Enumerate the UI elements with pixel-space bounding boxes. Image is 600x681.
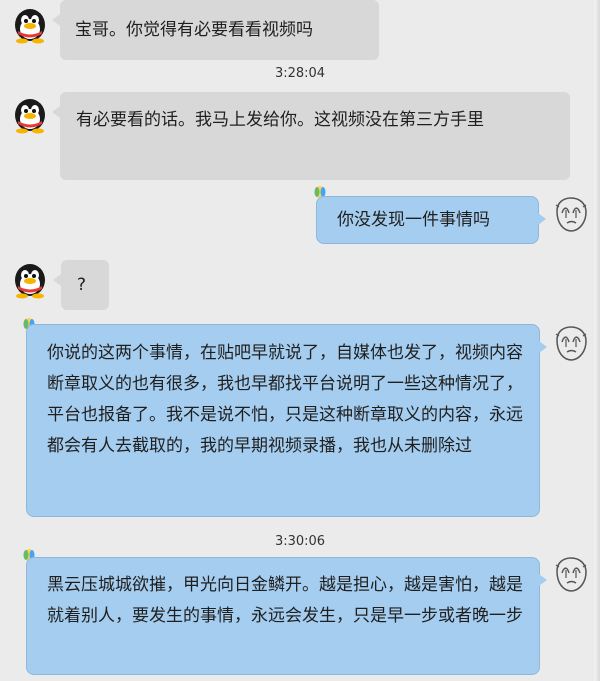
message-bubble-outgoing: 你没发现一件事情吗 bbox=[316, 196, 546, 244]
scroll-edge[interactable] bbox=[594, 0, 600, 681]
message-bubble-outgoing: 黑云压城城欲摧，甲光向日金鳞开。越是担心，越是害怕，越是就着别人，要发生的事情，… bbox=[26, 557, 547, 675]
message-timestamp: 3:30:06 bbox=[274, 534, 326, 549]
sketch-face-icon[interactable] bbox=[549, 322, 593, 366]
sketch-face-icon[interactable] bbox=[549, 553, 593, 597]
qq-penguin-icon[interactable] bbox=[8, 2, 52, 46]
message-bubble-outgoing: 你说的这两个事情，在贴吧早就说了，自媒体也发了，视频内容断章取义的也有很多，我也… bbox=[26, 324, 547, 517]
message-text: 黑云压城城欲摧，甲光向日金鳞开。越是担心，越是害怕，越是就着别人，要发生的事情，… bbox=[47, 575, 523, 626]
qq-penguin-icon[interactable] bbox=[8, 92, 52, 136]
message-bubble-incoming: 有必要看的话。我马上发给你。这视频没在第三方手里 bbox=[52, 92, 570, 180]
chat-window: 宝哥。你觉得有必要看看视频吗 3:28:04 有必要看的话。我马上发给你。这视频… bbox=[0, 0, 600, 681]
message-text: 宝哥。你觉得有必要看看视频吗 bbox=[75, 20, 313, 40]
message-text: ? bbox=[77, 275, 87, 295]
message-bubble-incoming: 宝哥。你觉得有必要看看视频吗 bbox=[52, 0, 379, 60]
message-text: 你没发现一件事情吗 bbox=[337, 210, 490, 230]
message-text: 有必要看的话。我马上发给你。这视频没在第三方手里 bbox=[76, 110, 484, 130]
message-text: 你说的这两个事情，在贴吧早就说了，自媒体也发了，视频内容断章取义的也有很多，我也… bbox=[47, 343, 523, 456]
sketch-face-icon[interactable] bbox=[549, 193, 593, 237]
message-bubble-incoming: ? bbox=[53, 260, 109, 310]
qq-penguin-icon[interactable] bbox=[8, 257, 52, 301]
message-timestamp: 3:28:04 bbox=[274, 66, 326, 81]
